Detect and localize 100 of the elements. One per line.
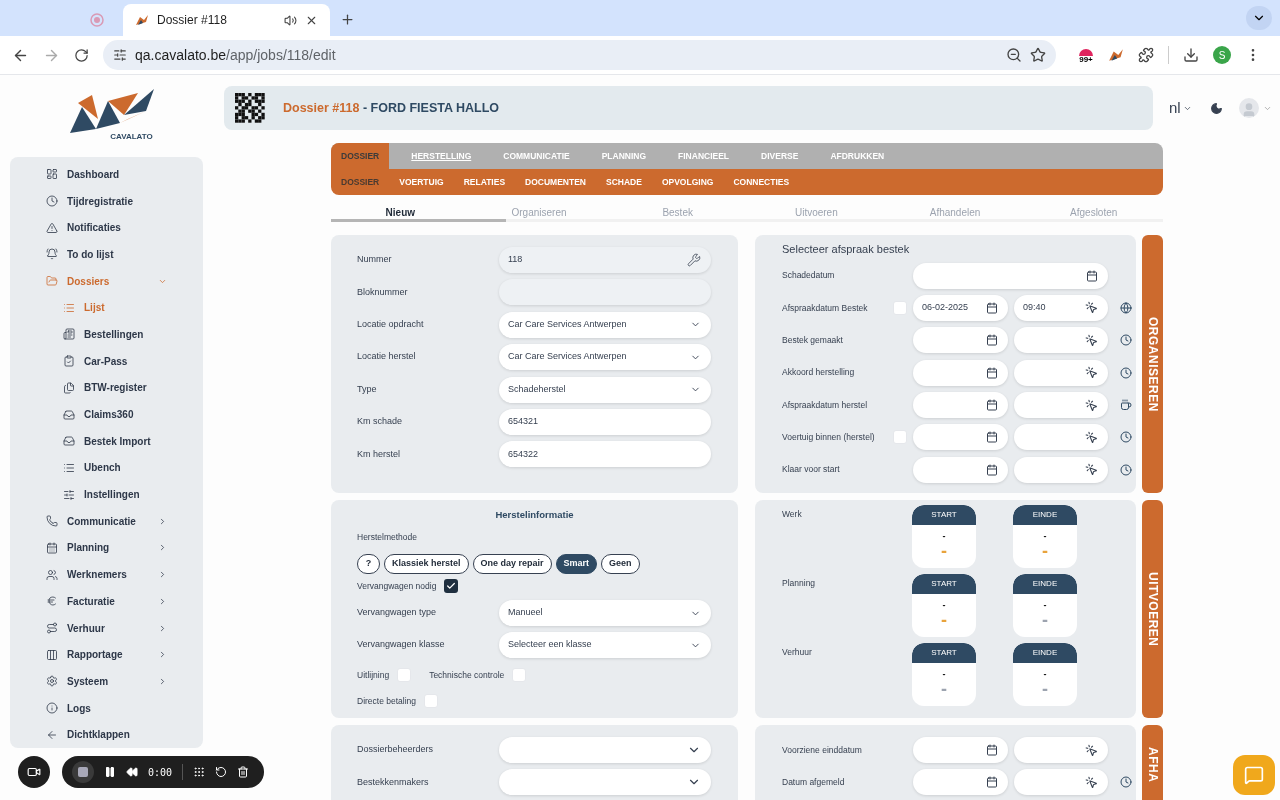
time-field[interactable]: 09:40	[1014, 294, 1108, 321]
calendar-icon[interactable]	[986, 463, 998, 476]
input-field[interactable]: 654322	[499, 441, 711, 468]
clock-icon[interactable]	[1120, 334, 1132, 347]
checkbox[interactable]	[444, 579, 459, 593]
method-button[interactable]: Geen	[601, 554, 640, 574]
checkbox[interactable]	[424, 694, 439, 708]
checkbox[interactable]	[893, 300, 907, 315]
sidebar-subitem[interactable]: Bestek Import	[10, 427, 203, 455]
calendar-icon[interactable]	[1086, 269, 1098, 282]
calendar-icon[interactable]	[986, 431, 998, 444]
date-field[interactable]	[913, 359, 1008, 386]
star-icon[interactable]	[1030, 47, 1046, 63]
method-button[interactable]: One day repair	[472, 554, 552, 574]
date-field[interactable]: 06-02-2025	[913, 294, 1008, 321]
tap-icon[interactable]	[1085, 366, 1098, 380]
stop-button[interactable]	[72, 761, 94, 783]
extension-icon[interactable]	[1078, 46, 1094, 56]
method-button[interactable]: Smart	[555, 554, 598, 574]
sidebar-subitem[interactable]: Instellingen	[10, 481, 203, 508]
zoom-icon[interactable]	[1006, 47, 1022, 63]
sub-tab[interactable]: RELATIES	[453, 175, 516, 189]
sidebar-item[interactable]: Dichtklappen	[10, 721, 203, 749]
sidebar-item[interactable]: Tijdregistratie	[10, 187, 203, 215]
date-field[interactable]	[913, 262, 1108, 289]
checkbox[interactable]	[397, 668, 412, 682]
sidebar-item[interactable]: To do lijst	[10, 241, 203, 268]
grip-icon[interactable]	[193, 766, 206, 778]
pause-icon[interactable]	[104, 766, 116, 778]
calendar-icon[interactable]	[986, 334, 998, 347]
sidebar-item[interactable]: Planning	[10, 534, 203, 562]
sidebar-subitem[interactable]: Ubench	[10, 454, 203, 482]
sidebar-item[interactable]: Verhuur	[10, 614, 203, 642]
tap-icon[interactable]	[1085, 430, 1098, 444]
date-field[interactable]	[913, 327, 1008, 354]
sub-tab[interactable]: CONNECTIES	[723, 175, 800, 189]
trash-icon[interactable]	[237, 766, 250, 778]
rewind-icon[interactable]	[126, 766, 138, 778]
sidebar-item[interactable]: Communicatie	[10, 507, 203, 535]
clock-icon[interactable]	[1120, 776, 1132, 789]
time-field[interactable]	[1014, 737, 1108, 763]
date-field[interactable]	[913, 424, 1008, 451]
sidebar-item[interactable]: Werknemers	[10, 561, 203, 588]
input-field[interactable]: 654321	[499, 408, 711, 435]
horse-icon[interactable]	[1108, 48, 1124, 62]
tap-icon[interactable]	[1085, 333, 1098, 347]
clock-icon[interactable]	[1120, 463, 1132, 476]
date-field[interactable]	[913, 769, 1008, 796]
sidebar-item[interactable]: Rapportage	[10, 641, 203, 669]
sidebar-item[interactable]: Logs	[10, 694, 203, 722]
sub-tab[interactable]: VOERTUIG	[389, 175, 454, 189]
calendar-icon[interactable]	[986, 301, 998, 314]
sidebar-item[interactable]: Facturatie	[10, 588, 203, 615]
new-tab-icon[interactable]	[340, 12, 355, 27]
time-field[interactable]	[1014, 392, 1108, 419]
checkbox[interactable]	[893, 430, 907, 445]
tab-list-button[interactable]	[1246, 6, 1272, 30]
tap-icon[interactable]	[1085, 301, 1098, 315]
select-field[interactable]: Manueel	[499, 600, 711, 626]
method-button[interactable]: Klassiek herstel	[384, 554, 469, 574]
calendar-icon[interactable]	[986, 366, 998, 379]
select-field[interactable]	[499, 737, 711, 763]
time-field[interactable]	[1014, 327, 1108, 354]
site-info-icon[interactable]	[113, 48, 127, 62]
restart-icon[interactable]	[215, 766, 228, 778]
sub-tab[interactable]: SCHADE	[596, 175, 652, 189]
sidebar-subitem[interactable]: Bestellingen	[10, 321, 203, 348]
sub-tab[interactable]: DOCUMENTEN	[515, 175, 596, 189]
download-icon[interactable]	[1183, 47, 1199, 63]
sidebar-subitem[interactable]: BTW-register	[10, 374, 203, 402]
select-field[interactable]: Selecteer een klasse	[499, 632, 711, 658]
time-field[interactable]	[1014, 424, 1108, 451]
select-field[interactable]: Schadeherstel	[499, 376, 711, 403]
language-select[interactable]: nl	[1169, 96, 1192, 120]
date-field[interactable]	[913, 456, 1008, 483]
sidebar-item[interactable]: Systeem	[10, 668, 203, 695]
select-field[interactable]: Car Care Services Antwerpen	[499, 311, 711, 338]
moon-icon[interactable]	[1209, 101, 1223, 115]
globe-icon[interactable]	[1120, 301, 1132, 314]
clock-icon[interactable]	[1120, 366, 1132, 379]
speaker-icon[interactable]	[284, 13, 297, 27]
time-field[interactable]	[1014, 359, 1108, 386]
sidebar-subitem[interactable]: Car-Pass	[10, 347, 203, 375]
sidebar-item[interactable]: Notificaties	[10, 214, 203, 242]
tap-icon[interactable]	[1085, 775, 1098, 789]
tap-icon[interactable]	[1085, 743, 1098, 757]
address-bar[interactable]: qa.cavalato.be/app/jobs/118/edit	[103, 40, 1056, 70]
extensions-icon[interactable]	[1138, 47, 1154, 63]
qr-code-icon[interactable]	[235, 93, 265, 123]
clock-icon[interactable]	[1120, 431, 1132, 444]
reload-icon[interactable]	[74, 47, 89, 63]
cup-icon[interactable]	[1120, 399, 1132, 412]
method-button[interactable]: ?	[357, 554, 380, 574]
select-field[interactable]: Car Care Services Antwerpen	[499, 344, 711, 371]
calendar-icon[interactable]	[986, 399, 998, 412]
tap-icon[interactable]	[1085, 463, 1098, 477]
date-field[interactable]	[913, 737, 1008, 763]
sub-tab[interactable]: OPVOLGING	[651, 175, 724, 189]
browser-tab[interactable]: Dossier #118	[123, 4, 330, 36]
sidebar-item[interactable]: Dashboard	[10, 161, 203, 188]
